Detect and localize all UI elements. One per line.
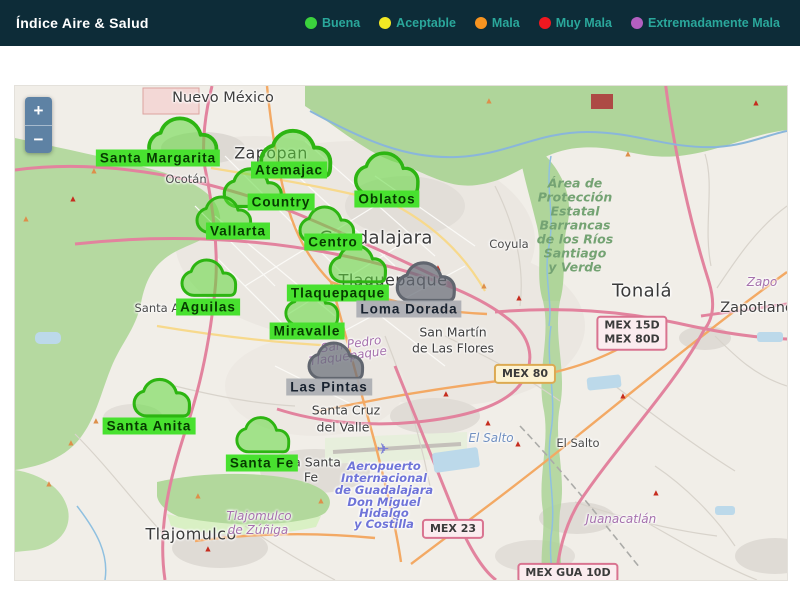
station-label-loma-dorada[interactable]: Loma Dorada — [356, 300, 462, 318]
legend-dot-icon — [379, 17, 392, 29]
legend-label: Mala — [491, 16, 520, 30]
station-cloud-icon-las-pintas[interactable] — [305, 339, 367, 383]
station-label-country[interactable]: Country — [247, 193, 315, 211]
legend-label: Muy Mala — [555, 16, 612, 30]
legend-label: Buena — [321, 16, 361, 30]
station-label-oblatos[interactable]: Oblatos — [354, 190, 420, 208]
station-label-santa-margarita[interactable]: Santa Margarita — [95, 149, 221, 167]
legend-item-muy-mala: Muy Mala — [538, 16, 612, 30]
station-label-las-pintas[interactable]: Las Pintas — [286, 378, 372, 396]
legend-label: Extremadamente Mala — [647, 16, 780, 30]
map-zoom-control: + − — [25, 97, 52, 153]
station-label-vallarta[interactable]: Vallarta — [205, 222, 271, 240]
legend-dot-icon — [538, 17, 551, 29]
legend-item-mala: Mala — [474, 16, 520, 30]
station-label-atemajac[interactable]: Atemajac — [250, 161, 328, 179]
station-label-centro[interactable]: Centro — [304, 233, 362, 251]
legend-dot-icon — [630, 17, 643, 29]
legend-item-extremadamente-mala: Extremadamente Mala — [630, 16, 780, 30]
station-label-miravalle[interactable]: Miravalle — [269, 322, 345, 340]
legend-item-buena: Buena — [304, 16, 361, 30]
air-quality-map[interactable]: Nuevo MéxicoZapopanOcotánGuadalajaraTlaq… — [14, 85, 788, 581]
station-cloud-icon-loma-dorada[interactable] — [393, 259, 459, 306]
station-label-aguilas[interactable]: Aguilas — [176, 298, 240, 316]
station-label-tlaquepaque[interactable]: Tlaquepaque — [286, 284, 390, 302]
zoom-out-button[interactable]: − — [25, 125, 52, 153]
legend: Buena Aceptable Mala Muy Mala Extremadamente… — [304, 16, 780, 30]
legend-dot-icon — [304, 17, 317, 29]
zoom-in-button[interactable]: + — [25, 97, 52, 125]
legend-label: Aceptable — [396, 16, 456, 30]
station-cloud-icon-santa-anita[interactable] — [130, 375, 194, 420]
station-label-santa-fe[interactable]: Santa Fe — [225, 454, 299, 472]
station-cloud-icon-aguilas[interactable] — [178, 256, 240, 300]
station-cloud-icon-santa-fe[interactable] — [233, 414, 293, 457]
legend-item-aceptable: Aceptable — [379, 16, 456, 30]
station-label-santa-anita[interactable]: Santa Anita — [102, 417, 196, 435]
legend-dot-icon — [474, 17, 487, 29]
app-header: Índice Aire & Salud Buena Aceptable Mala Mu… — [0, 0, 800, 46]
app-title: Índice Aire & Salud — [16, 15, 149, 31]
